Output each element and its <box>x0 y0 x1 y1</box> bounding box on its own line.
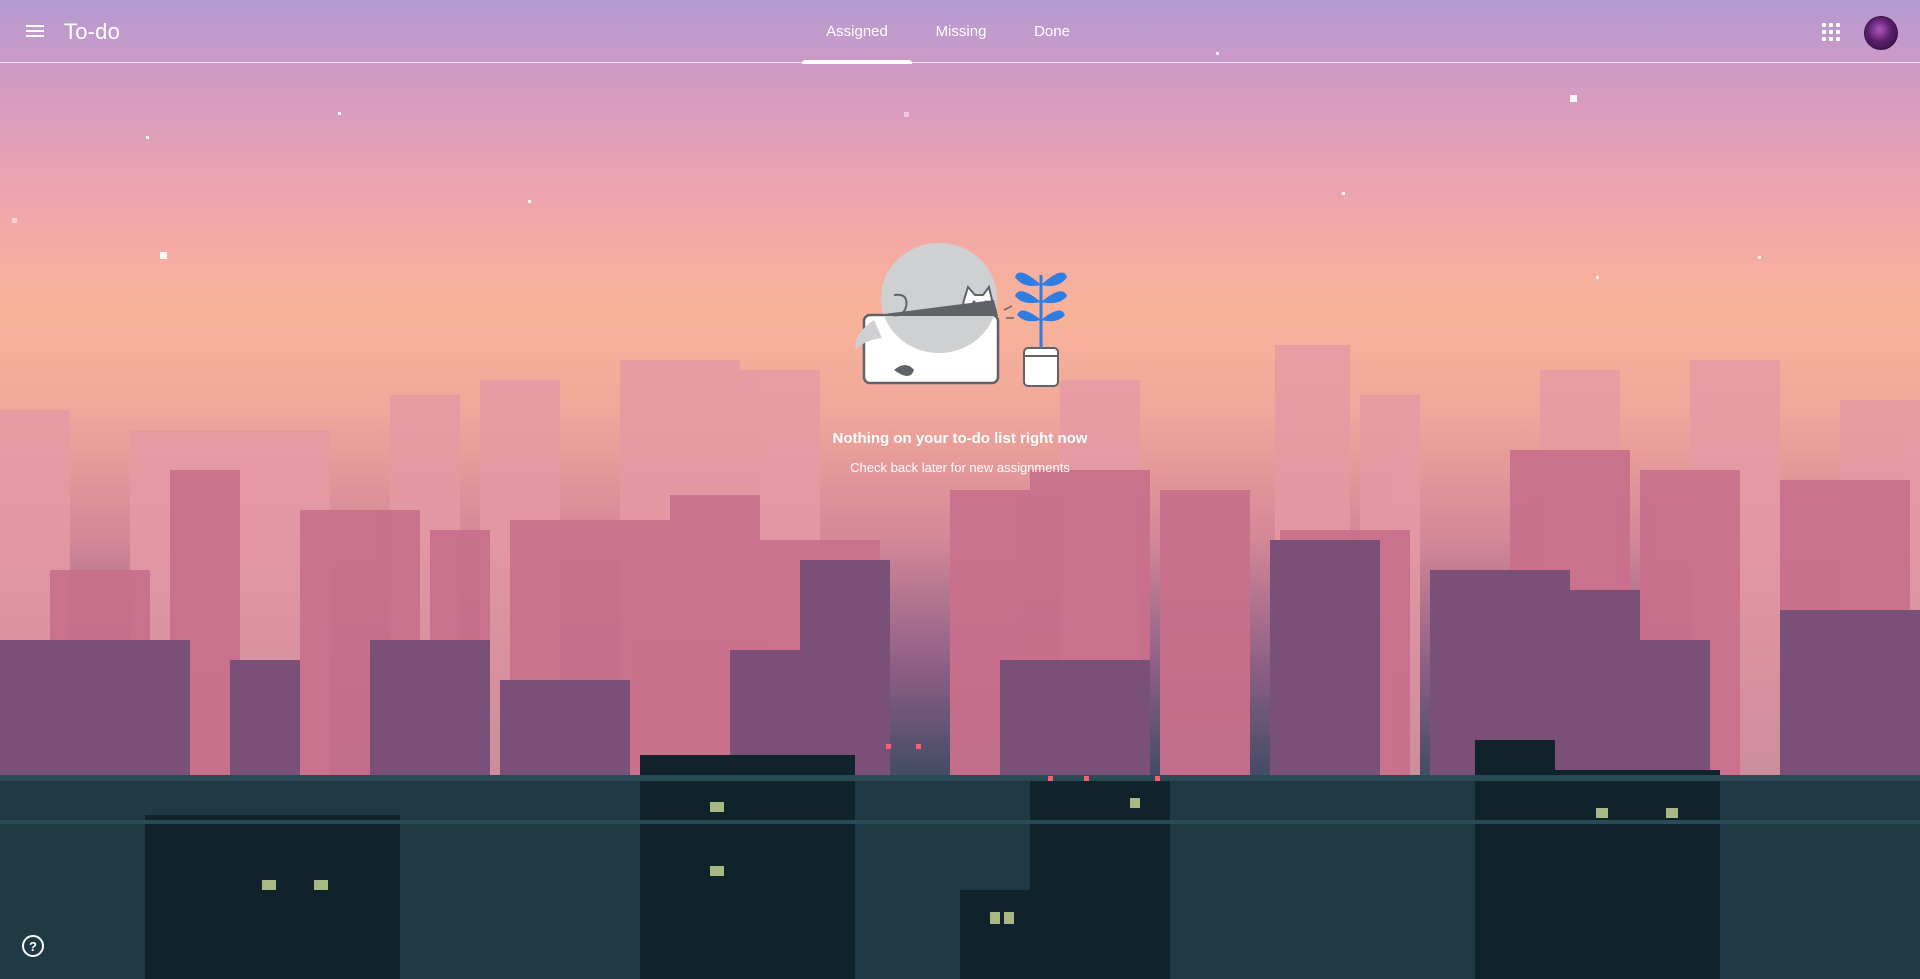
empty-state-title: Nothing on your to-do list right now <box>832 430 1088 447</box>
help-icon[interactable]: ? <box>22 935 44 957</box>
empty-state-subtitle: Check back later for new assignments <box>850 460 1070 475</box>
tab-missing[interactable]: Missing <box>921 0 1001 63</box>
tab-done[interactable]: Done <box>1012 0 1092 63</box>
city-skyline-background <box>0 0 1920 979</box>
tab-assigned[interactable]: Assigned <box>802 0 912 64</box>
empty-state-illustration <box>855 243 1067 387</box>
apps-grid-icon[interactable] <box>1818 19 1844 45</box>
account-avatar[interactable] <box>1864 16 1898 50</box>
top-app-bar: To-do Assigned Missing Done <box>0 0 1920 64</box>
tab-bar: Assigned Missing Done <box>0 0 1920 64</box>
